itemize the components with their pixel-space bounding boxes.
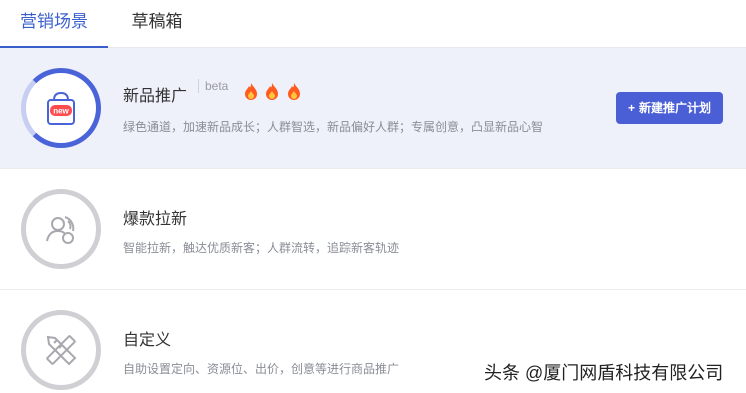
scene-title: 爆款拉新 [123,211,188,228]
beta-badge: beta [198,79,228,93]
scene-title: 自定义 [123,332,172,349]
create-plan-button[interactable]: + 新建推广计划 [616,92,723,124]
watermark: 头条 @厦门网盾科技有限公司 [484,363,724,383]
flame-icon [266,83,279,100]
scene-description: 绿色通道，加速新品成长；人群智选，新品偏好人群；专属创意，凸显新品心智 [123,120,544,134]
scene-description: 智能拉新，触达优质新客；人群流转，追踪新客轨迹 [123,241,400,255]
scene-icon-ring [21,189,101,269]
tab-bar: 营销场景 草稿箱 [0,0,746,48]
flame-icon [287,83,300,100]
pencil-ruler-icon [46,335,77,366]
scene-card-hot-item-acquisition[interactable]: 爆款拉新 智能拉新，触达优质新客；人群流转，追踪新客轨迹 [0,169,746,290]
scene-description: 自助设置定向、资源位、出价，创意等进行商品推广 [123,362,400,376]
shopping-bag-icon: new [47,91,75,125]
scene-title: 新品推广 [123,88,188,105]
new-label: new [53,107,69,116]
tab-drafts[interactable]: 草稿箱 [112,0,202,48]
scene-card-new-product[interactable]: new 新品推广 beta 绿色通道，加速新品成长；人群智选，新品偏好人群；专属… [0,48,746,169]
tab-marketing-scenes[interactable]: 营销场景 [0,0,108,48]
plus-icon: + [627,101,635,115]
scene-icon-ring: new [21,68,101,148]
user-target-icon [46,216,75,244]
create-plan-label: 新建推广计划 [639,101,712,115]
scene-icon-ring [21,310,101,390]
flame-icon [245,83,257,100]
hot-indicator [243,82,303,104]
